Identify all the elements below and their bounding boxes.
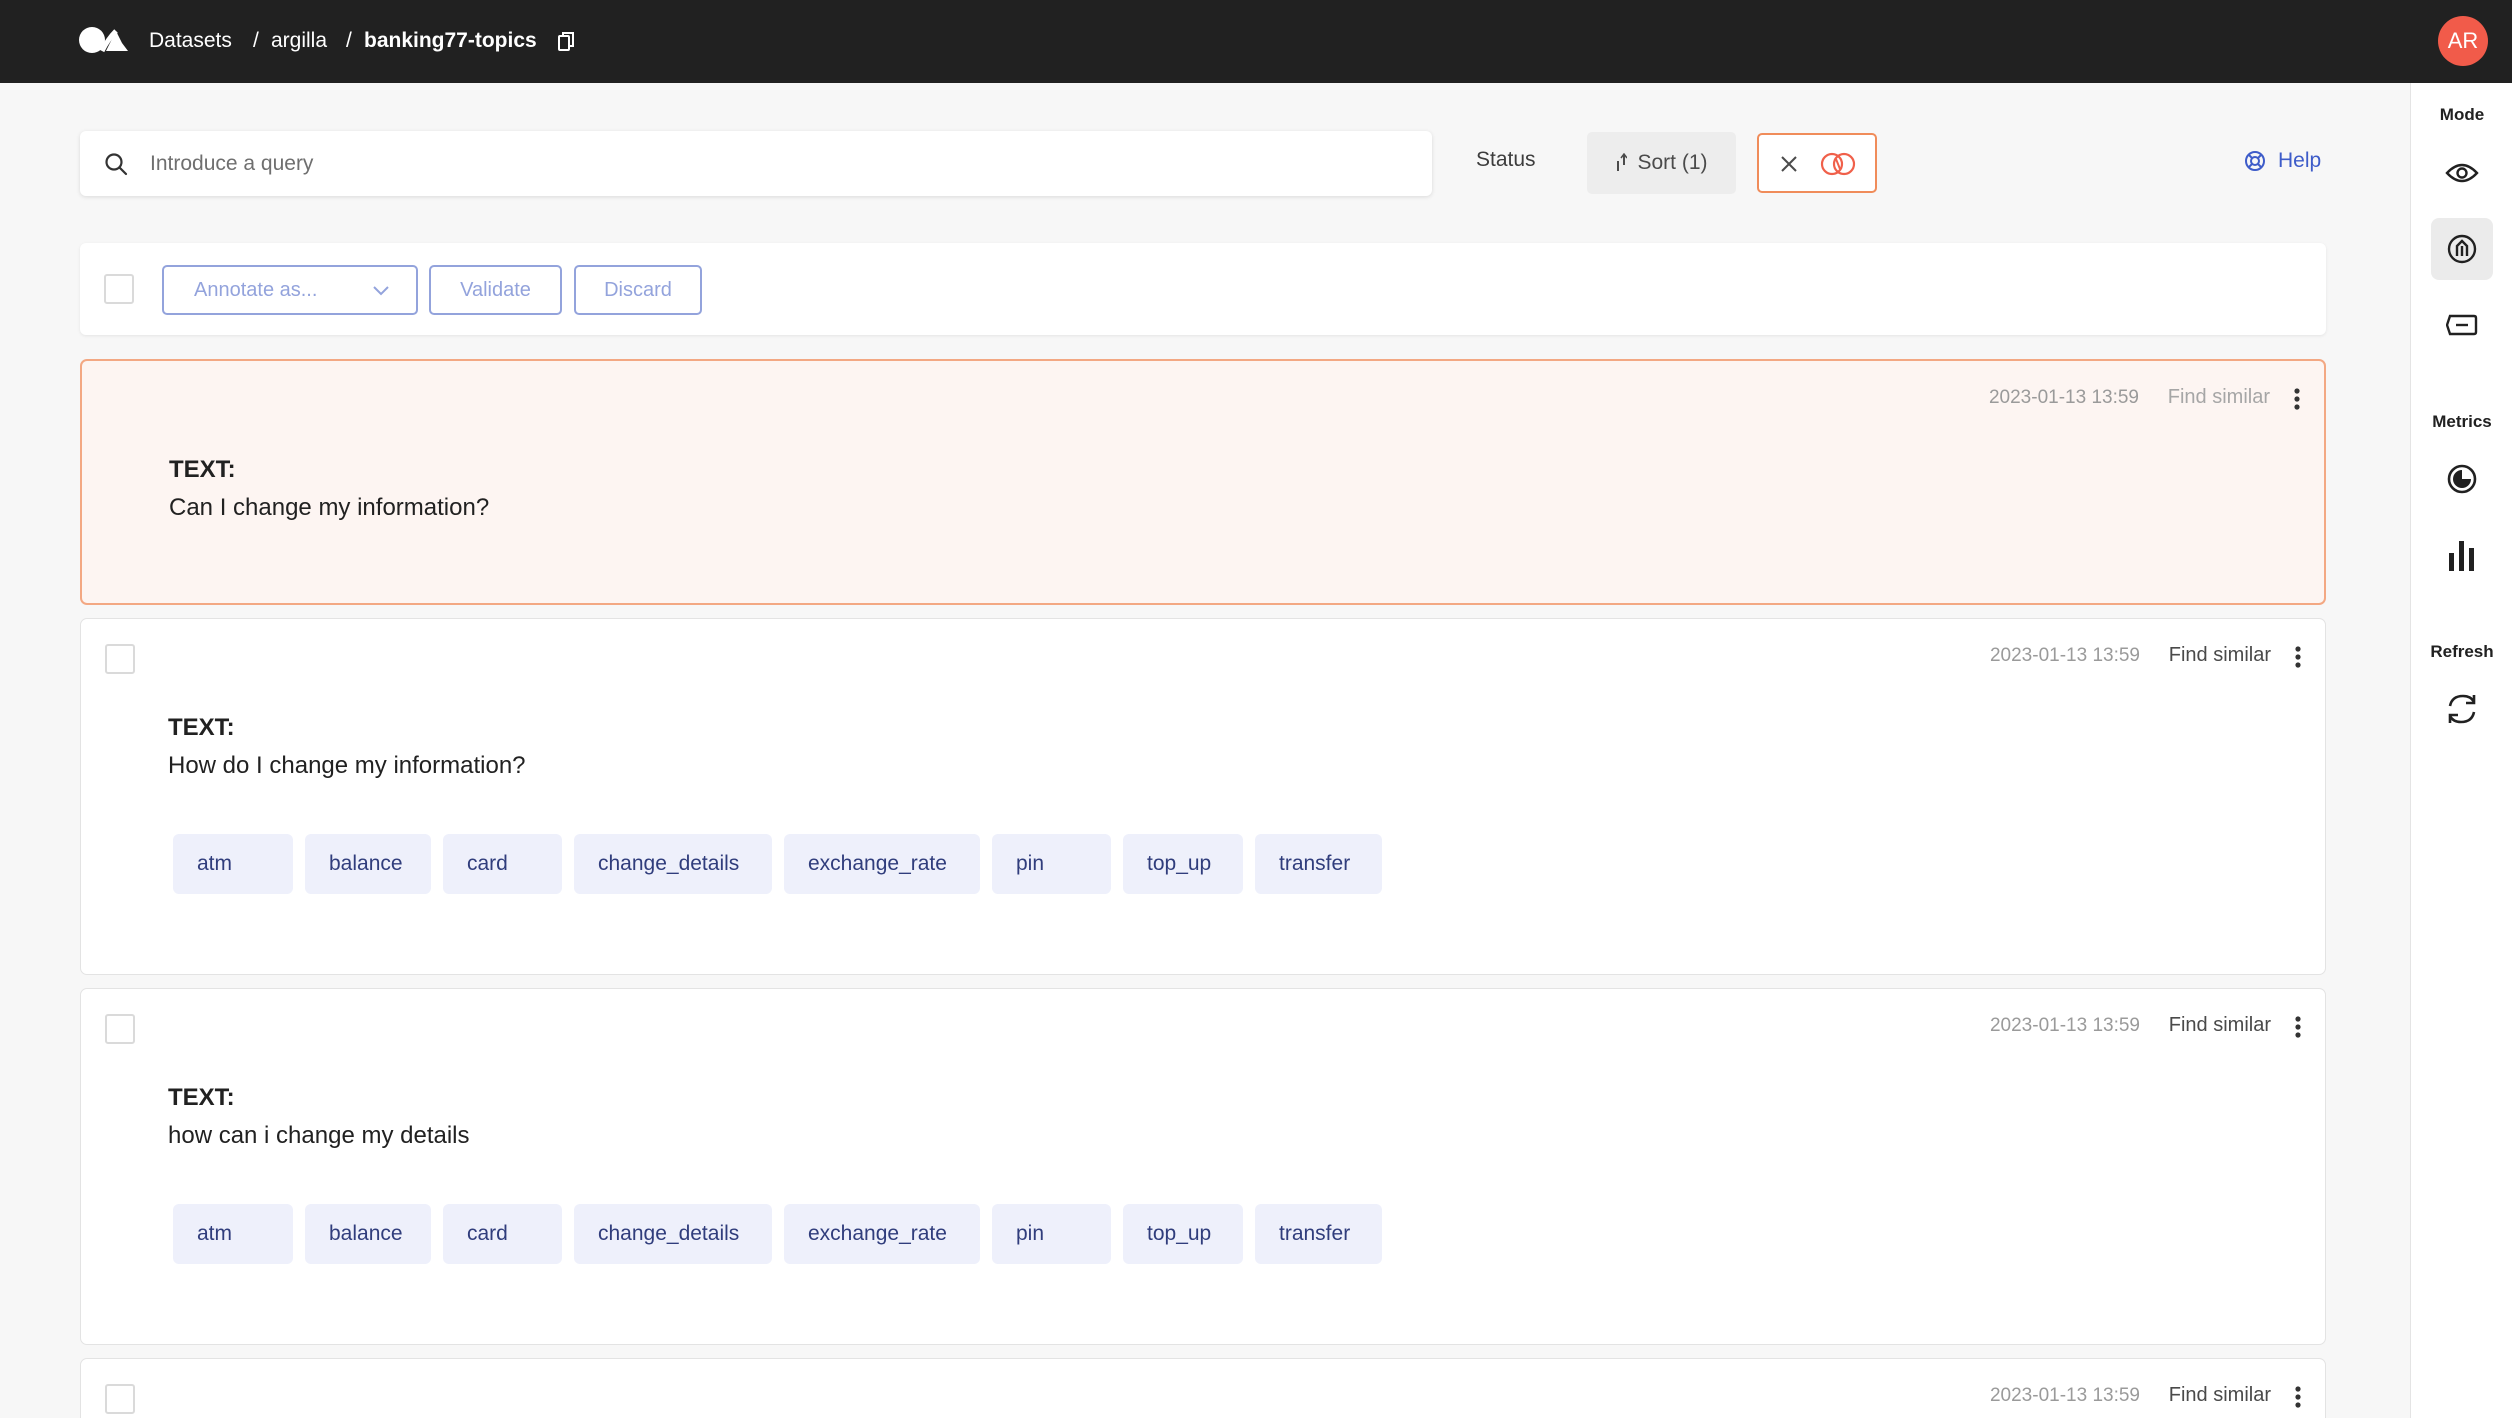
status-filter-dropdown[interactable]: Status (1476, 148, 1536, 172)
record-date: 2023-01-13 13:59 (1989, 1015, 2140, 1036)
user-avatar[interactable]: AR (2438, 16, 2488, 66)
breadcrumb-datasets[interactable]: Datasets (149, 27, 232, 55)
discard-button[interactable]: Discard (574, 265, 702, 315)
label-options: atm balance card change_details exchange… (173, 1204, 1382, 1264)
label-chip-pin[interactable]: pin (992, 834, 1111, 894)
breadcrumb-workspace[interactable]: argilla (271, 27, 327, 55)
help-icon (2245, 151, 2265, 171)
explore-mode-button[interactable] (2431, 142, 2493, 204)
annotate-as-dropdown[interactable]: Annotate as... (162, 265, 418, 315)
label-chip-atm[interactable]: atm (173, 1204, 293, 1264)
record-date: 2023-01-13 13:59 (1989, 645, 2140, 666)
breadcrumb-separator: / (253, 29, 259, 52)
sort-icon (1617, 153, 1628, 171)
record-checkbox[interactable] (105, 1014, 135, 1044)
search-bar (80, 131, 1432, 196)
argilla-logo-icon[interactable] (78, 25, 130, 55)
label-chip-change-details[interactable]: change_details (574, 834, 772, 894)
find-similar-button[interactable]: Find similar (2168, 386, 2270, 409)
annotate-as-label: Annotate as... (194, 278, 318, 301)
record-card: 2023-01-13 13:59 Find similar (80, 1358, 2326, 1418)
refresh-icon (2448, 694, 2476, 724)
find-similar-button[interactable]: Find similar (2169, 1014, 2271, 1037)
labeling-rules-mode-button[interactable] (2431, 294, 2493, 356)
search-input[interactable] (150, 131, 1410, 196)
clear-filter-icon (1820, 152, 1856, 176)
bulk-annotation-bar: Annotate as... Validate Discard (80, 243, 2326, 335)
label-chip-pin[interactable]: pin (992, 1204, 1111, 1264)
breadcrumb-separator: / (346, 29, 352, 52)
sort-label: Sort (1) (1637, 151, 1708, 174)
find-similar-button[interactable]: Find similar (2169, 644, 2271, 667)
search-icon (105, 153, 128, 176)
label-chip-top-up[interactable]: top_up (1123, 1204, 1243, 1264)
right-sidebar: Mode Metrics Refresh (2410, 83, 2512, 1418)
progress-icon (2447, 464, 2477, 494)
label-chip-balance[interactable]: balance (305, 1204, 431, 1264)
sort-button[interactable]: Sort (1) (1587, 132, 1736, 194)
annotate-mode-button[interactable] (2431, 218, 2493, 280)
eye-icon (2445, 163, 2479, 183)
record-date: 2023-01-13 13:59 (1989, 1385, 2140, 1406)
close-icon (1781, 156, 1797, 172)
label-chip-transfer[interactable]: transfer (1255, 1204, 1382, 1264)
select-all-checkbox[interactable] (104, 274, 134, 304)
validate-button[interactable]: Validate (429, 265, 562, 315)
record-date: 2023-01-13 13:59 (1988, 387, 2139, 408)
record-card: 2023-01-13 13:59 Find similar TEXT: how … (80, 988, 2326, 1345)
label-chip-card[interactable]: card (443, 834, 562, 894)
refresh-section-label: Refresh (2430, 642, 2494, 661)
record-checkbox[interactable] (105, 1384, 135, 1414)
more-options-icon[interactable] (2295, 1385, 2301, 1409)
record-field-label: TEXT: (169, 456, 236, 483)
label-chip-transfer[interactable]: transfer (1255, 834, 1382, 894)
metrics-section-label: Metrics (2432, 412, 2492, 431)
chevron-down-icon (373, 286, 389, 296)
record-checkbox[interactable] (105, 644, 135, 674)
label-chip-exchange-rate[interactable]: exchange_rate (784, 1204, 980, 1264)
more-options-icon[interactable] (2295, 1015, 2301, 1039)
label-chip-change-details[interactable]: change_details (574, 1204, 772, 1264)
label-options: atm balance card change_details exchange… (173, 834, 1382, 894)
record-field-label: TEXT: (168, 714, 235, 741)
refresh-button[interactable] (2431, 678, 2493, 740)
top-navigation-bar: Datasets / argilla / banking77-topics AR (0, 0, 2512, 83)
clear-filters-button[interactable] (1757, 133, 1877, 193)
record-text: how can i change my details (168, 1122, 470, 1149)
bar-chart-icon (2449, 541, 2474, 571)
copy-icon[interactable] (558, 31, 575, 52)
record-card[interactable]: 2023-01-13 13:59 Find similar TEXT: Can … (80, 359, 2326, 605)
record-text: Can I change my information? (169, 494, 490, 521)
more-options-icon[interactable] (2294, 387, 2300, 411)
label-tag-icon (2446, 314, 2478, 336)
record-card: 2023-01-13 13:59 Find similar TEXT: How … (80, 618, 2326, 975)
progress-metrics-button[interactable] (2431, 448, 2493, 510)
help-label: Help (2278, 149, 2322, 172)
label-chip-exchange-rate[interactable]: exchange_rate (784, 834, 980, 894)
label-chip-balance[interactable]: balance (305, 834, 431, 894)
help-link[interactable]: Help (2244, 149, 2321, 173)
annotate-icon (2447, 234, 2477, 264)
label-chip-top-up[interactable]: top_up (1123, 834, 1243, 894)
label-chip-card[interactable]: card (443, 1204, 562, 1264)
more-options-icon[interactable] (2295, 645, 2301, 669)
label-chip-atm[interactable]: atm (173, 834, 293, 894)
mode-section-label: Mode (2439, 105, 2485, 124)
stats-metrics-button[interactable] (2431, 524, 2493, 586)
record-field-label: TEXT: (168, 1084, 235, 1111)
find-similar-button[interactable]: Find similar (2169, 1384, 2271, 1407)
breadcrumb-dataset-name: banking77-topics (364, 29, 537, 52)
record-text: How do I change my information? (168, 752, 526, 779)
